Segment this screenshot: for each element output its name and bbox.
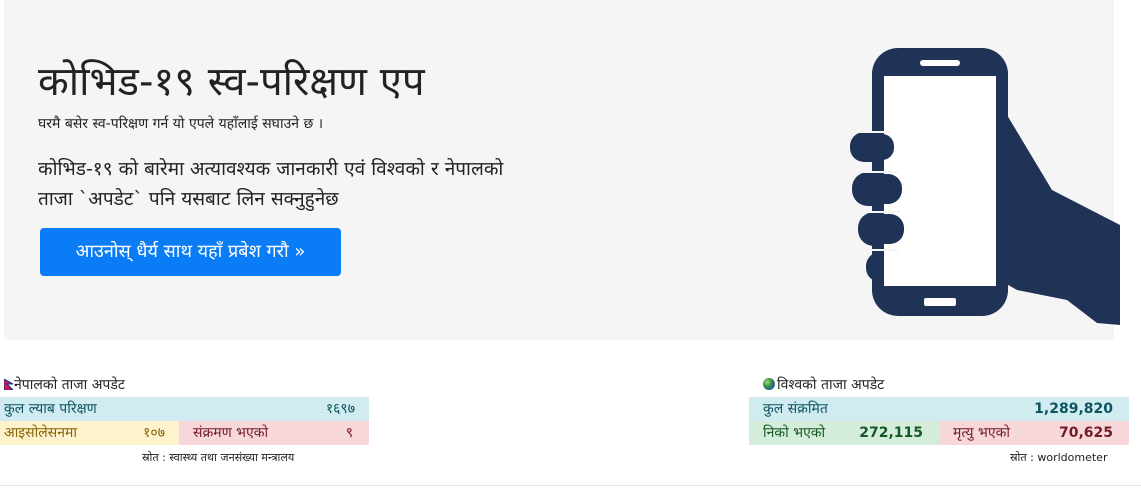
nepal-isolation-value: १०७	[143, 425, 165, 441]
hero-section: कोभिड-१९ स्व-परिक्षण एप घरमै बसेर स्व-पर…	[4, 0, 1120, 340]
hero-description-line-2: ताजा `अपडेट` पनि यसबाट लिन सक्नुहुनेछ	[38, 188, 339, 210]
nepal-total-tests-label: कुल ल्याब परिक्षण	[4, 401, 97, 417]
nepal-infected-cell: संक्रमण भएको ९	[179, 421, 369, 445]
world-source: स्रोत : worldometer	[1010, 451, 1108, 464]
nepal-total-tests-row: कुल ल्याब परिक्षण १६९७	[0, 397, 369, 421]
world-recovered-value: 272,115	[859, 425, 923, 441]
hero-description: कोभिड-१९ को बारेमा अत्यावश्यक जानकारी एव…	[38, 154, 598, 214]
globe-icon	[763, 378, 775, 390]
nepal-infected-value: ९	[345, 425, 353, 441]
nepal-infected-label: संक्रमण भएको	[193, 425, 269, 441]
hero-subtitle: घरमै बसेर स्व-परिक्षण गर्न यो एपले यहाँल…	[38, 116, 324, 132]
nepal-isolation-label: आइसोलेसनमा	[4, 425, 77, 441]
world-total-infected-value: 1,289,820	[1034, 401, 1113, 417]
world-total-infected-label: कुल संक्रमित	[763, 401, 828, 417]
world-recovered-label: निको भएको	[763, 425, 826, 441]
world-update-title: विश्वको ताजा अपडेट	[763, 375, 884, 395]
world-deaths-label: मृत्यु भएको	[953, 425, 1010, 441]
hero-description-line-1: कोभिड-१९ को बारेमा अत्यावश्यक जानकारी एव…	[38, 158, 504, 180]
world-total-infected-row: कुल संक्रमित 1,289,820	[749, 397, 1129, 421]
world-deaths-cell: मृत्यु भएको 70,625	[939, 421, 1129, 445]
nepal-flag-icon	[4, 379, 13, 390]
nepal-update-title: नेपालको ताजा अपडेट	[4, 375, 125, 395]
world-recovered-cell: निको भएको 272,115	[749, 421, 939, 445]
enter-button[interactable]: आउनोस् धैर्य साथ यहाँ प्रबेश गरौ »	[40, 228, 341, 276]
page-title: कोभिड-१९ स्व-परिक्षण एप	[38, 59, 425, 105]
nepal-isolation-cell: आइसोलेसनमा १०७	[0, 421, 179, 445]
divider	[0, 485, 1141, 486]
world-update-title-text: विश्वको ताजा अपडेट	[777, 377, 885, 393]
hand-holding-phone-icon	[850, 48, 1120, 325]
world-deaths-value: 70,625	[1058, 425, 1113, 441]
nepal-total-tests-value: १६९७	[325, 401, 355, 417]
nepal-source: स्रोत : स्वास्थ्य तथा जनसंख्या मन्त्रालय	[142, 451, 295, 464]
nepal-update-title-text: नेपालको ताजा अपडेट	[14, 377, 125, 393]
